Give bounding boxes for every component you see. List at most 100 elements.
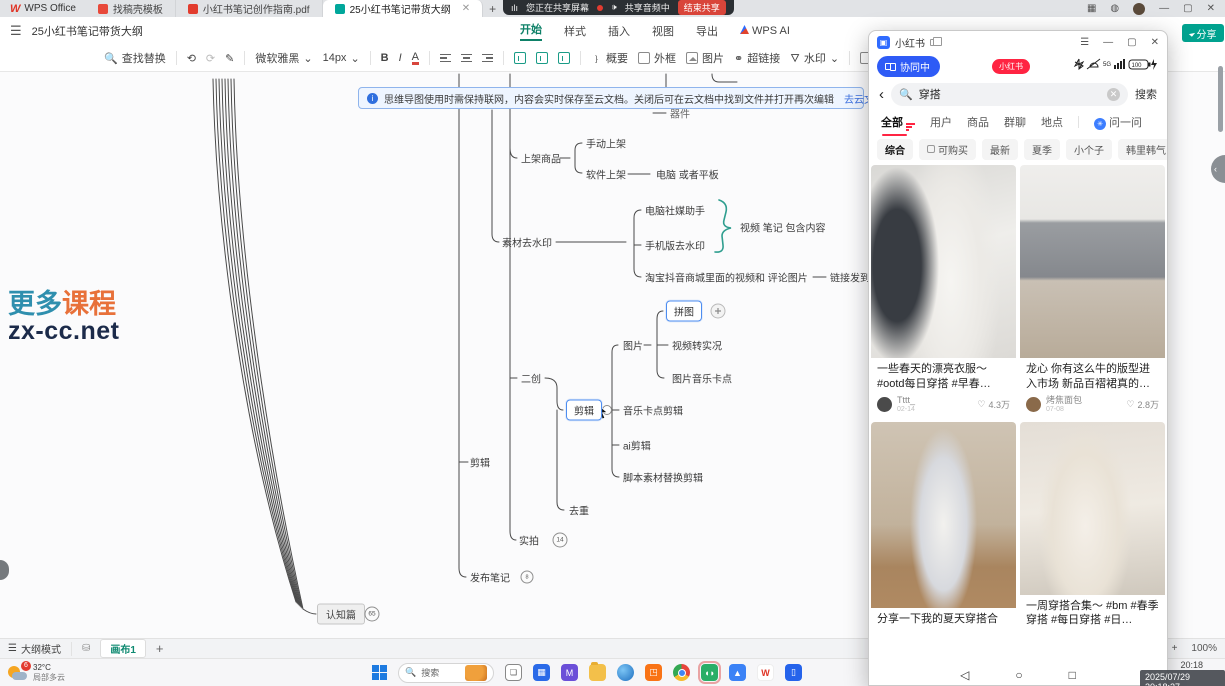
- chip-purchasable[interactable]: 可购买: [919, 139, 976, 160]
- tab-all[interactable]: 全部: [881, 114, 915, 131]
- menu-home[interactable]: 开始: [520, 21, 542, 41]
- avatar[interactable]: [1026, 397, 1041, 412]
- note-card[interactable]: 一些春天的漂亮衣服～ #ootd每日穿搭 #早春… Tttt_02-14 ♡4.…: [871, 165, 1016, 418]
- chip-korean-style[interactable]: 韩里韩气: [1118, 139, 1167, 160]
- menu-wps-ai[interactable]: WPS AI: [740, 25, 790, 37]
- align-right-button[interactable]: [482, 54, 493, 63]
- menu-style[interactable]: 样式: [564, 23, 586, 39]
- minimize-button[interactable]: —: [1159, 3, 1169, 14]
- nav-home-icon[interactable]: ○: [1015, 668, 1022, 682]
- start-button[interactable]: [372, 665, 387, 680]
- new-tab-button[interactable]: +: [483, 0, 502, 17]
- maximize-button[interactable]: ▢: [1183, 3, 1192, 14]
- tab-close-icon[interactable]: ✕: [462, 3, 470, 14]
- chip-summer[interactable]: 夏季: [1024, 139, 1060, 160]
- avatar[interactable]: [877, 397, 892, 412]
- layers-icon[interactable]: ⛁: [82, 643, 90, 654]
- chrome-icon[interactable]: [673, 664, 690, 681]
- clear-search-icon[interactable]: ✕: [1107, 88, 1120, 101]
- back-chevron-icon[interactable]: ‹: [879, 86, 884, 103]
- add-canvas-button[interactable]: +: [156, 641, 164, 656]
- tab-mindmap-active[interactable]: 25小红书笔记带货大纲✕: [323, 0, 484, 17]
- layout-icon[interactable]: ▦: [1087, 3, 1096, 14]
- note-user[interactable]: Tttt_: [897, 396, 915, 406]
- canvas-tab[interactable]: 画布1: [100, 639, 146, 658]
- chip-comprehensive[interactable]: 综合: [877, 139, 913, 160]
- zoom-in-button[interactable]: +: [1172, 643, 1178, 654]
- image-button[interactable]: 图片: [686, 50, 724, 66]
- hyperlink-button[interactable]: ⚭超链接: [734, 50, 780, 66]
- edge-icon[interactable]: [617, 664, 634, 681]
- font-color-button[interactable]: A: [412, 52, 419, 65]
- note-card[interactable]: 一周穿搭合集～ #bm #春季穿搭 #每日穿搭 #日…: [1020, 422, 1165, 630]
- wechat-icon-active[interactable]: ◖◗: [701, 664, 718, 681]
- phone-menu-icon[interactable]: ☰: [1080, 37, 1089, 48]
- align-left-button[interactable]: [440, 54, 451, 63]
- redo-button[interactable]: ⟳: [206, 52, 215, 65]
- orange-app-icon[interactable]: ◳: [645, 664, 662, 681]
- chip-newest[interactable]: 最新: [982, 139, 1018, 160]
- italic-button[interactable]: I: [399, 52, 402, 64]
- undo-button[interactable]: ⟲: [187, 52, 196, 65]
- task-view-icon[interactable]: ❏: [505, 664, 522, 681]
- share-button[interactable]: 分享: [1182, 24, 1224, 42]
- like-count[interactable]: ♡2.8万: [1126, 398, 1159, 411]
- font-size-select[interactable]: 14px ⌄: [323, 52, 360, 65]
- stop-share-button[interactable]: 结束共享: [678, 0, 726, 15]
- phone-window-titlebar[interactable]: ▣ 小红书 ☰ — ▢ ✕: [869, 31, 1167, 53]
- tab-goods[interactable]: 商品: [967, 114, 989, 130]
- note-card[interactable]: 分享一下我的夏天穿搭合: [871, 422, 1016, 630]
- close-button[interactable]: ✕: [1207, 3, 1215, 14]
- taskbar-search[interactable]: 🔍搜索: [398, 663, 494, 683]
- collab-mode-button[interactable]: 协同中: [877, 56, 940, 77]
- note-user[interactable]: 烤焦面包: [1046, 396, 1082, 406]
- phone-minimize-button[interactable]: —: [1103, 37, 1113, 48]
- phone-status-row: 协同中 小红书 5G 100: [869, 53, 1167, 79]
- menu-view[interactable]: 视图: [652, 23, 674, 39]
- font-family-select[interactable]: 微软雅黑 ⌄: [255, 50, 312, 66]
- tab-template[interactable]: 找稿壳模板: [86, 0, 176, 17]
- store-app-icon[interactable]: ▦: [533, 664, 550, 681]
- menu-export[interactable]: 导出: [696, 23, 718, 39]
- nav-recents-icon[interactable]: □: [1069, 668, 1076, 682]
- insert-topic-button[interactable]: [514, 52, 526, 64]
- format-painter-icon[interactable]: ✎: [225, 52, 234, 65]
- hamburger-icon[interactable]: ☰: [0, 23, 32, 39]
- media-app-icon[interactable]: M: [561, 664, 578, 681]
- note-card[interactable]: 龙心 你有这么牛的版型进入市场 新品百褶裙真的… 烤焦面包07-08 ♡2.8万: [1020, 165, 1165, 418]
- nav-back-icon[interactable]: ◁: [960, 668, 969, 682]
- phone-close-button[interactable]: ✕: [1151, 37, 1159, 48]
- vertical-scrollbar[interactable]: [1218, 66, 1223, 132]
- account-avatar[interactable]: [1133, 3, 1145, 15]
- tab-groups[interactable]: 群聊: [1004, 114, 1026, 130]
- wps-app-icon[interactable]: W: [757, 664, 774, 681]
- like-count[interactable]: ♡4.3万: [977, 398, 1010, 411]
- frame-button[interactable]: 外框: [638, 50, 676, 66]
- bold-button[interactable]: B: [381, 52, 389, 64]
- globe-icon[interactable]: ◍: [1110, 3, 1119, 14]
- insert-sibling-button[interactable]: [558, 52, 570, 64]
- outline-mode-button[interactable]: ☰ 大纲模式: [8, 641, 61, 656]
- mountain-app-icon[interactable]: ▲: [729, 664, 746, 681]
- zoom-level[interactable]: 100%: [1191, 643, 1217, 654]
- chip-petite[interactable]: 小个子: [1066, 139, 1112, 160]
- find-replace-button[interactable]: 🔍查找替换: [104, 50, 166, 66]
- menu-insert[interactable]: 插入: [608, 23, 630, 39]
- tab-users[interactable]: 用户: [930, 114, 952, 130]
- note-caption: 分享一下我的夏天穿搭合: [871, 608, 1016, 628]
- tab-places[interactable]: 地点: [1041, 114, 1063, 130]
- weather-widget[interactable]: 6 32°C局部多云: [0, 663, 170, 681]
- search-input[interactable]: 🔍 穿搭 ✕: [891, 83, 1128, 106]
- search-button[interactable]: 搜索: [1135, 86, 1157, 102]
- file-explorer-icon[interactable]: [589, 664, 606, 681]
- phone-link-icon[interactable]: ▯: [785, 664, 802, 681]
- watermark-button[interactable]: 🜄水印 ⌄: [790, 47, 839, 69]
- summary-button[interactable]: ﹜概要: [591, 50, 628, 66]
- wps-logo[interactable]: WWPS Office: [0, 0, 86, 17]
- tab-ask[interactable]: ✳问一问: [1094, 114, 1142, 130]
- align-center-button[interactable]: [461, 54, 472, 63]
- phone-maximize-button[interactable]: ▢: [1127, 37, 1136, 48]
- note-photo: [871, 165, 1016, 358]
- insert-subtopic-button[interactable]: [536, 52, 548, 64]
- tab-pdf-guide[interactable]: 小红书笔记创作指南.pdf: [176, 0, 323, 17]
